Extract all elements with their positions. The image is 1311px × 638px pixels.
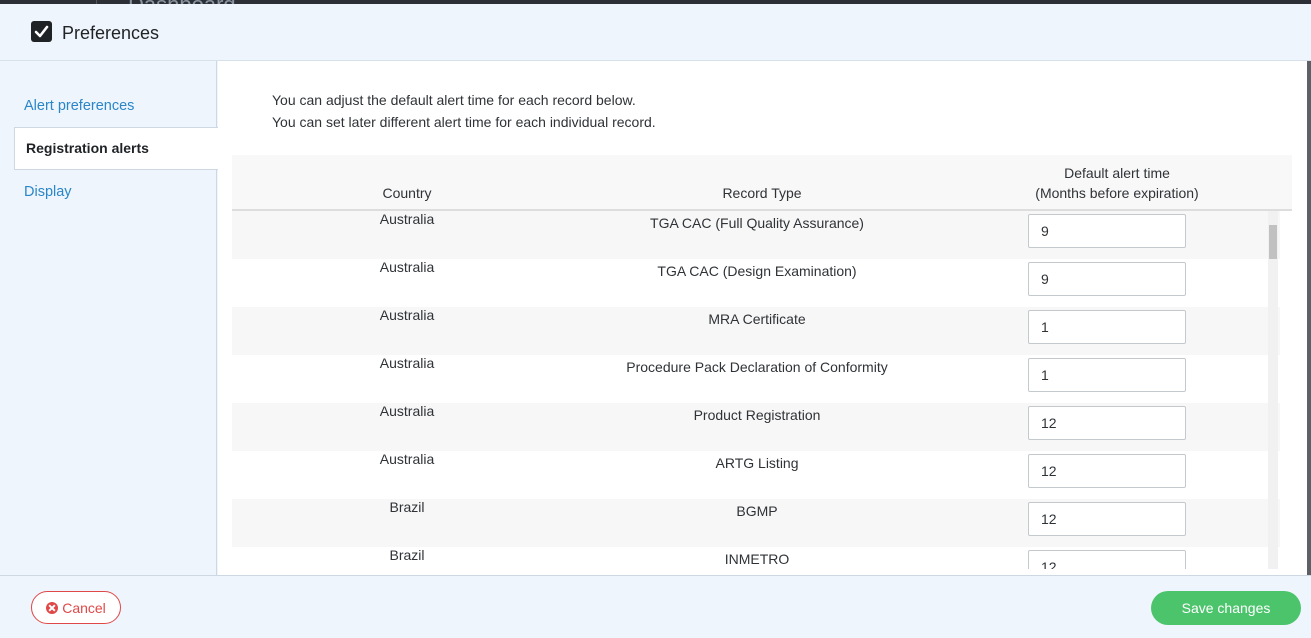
cell-country: Australia	[379, 403, 435, 419]
table-row: Australia Procedure Pack Declaration of …	[232, 355, 1280, 403]
column-header-alert-time-line-1: Default alert time	[1064, 165, 1170, 181]
alert-months-input[interactable]	[1028, 454, 1186, 488]
cell-country: Brazil	[389, 499, 425, 515]
cell-record-type: Product Registration	[693, 407, 821, 423]
preferences-modal: Preferences Alert preferences Registrati…	[0, 4, 1311, 638]
cell-country: Australia	[379, 451, 435, 467]
cell-record-type: BGMP	[736, 503, 778, 519]
table-row: Australia Product Registration	[232, 403, 1280, 451]
table-body[interactable]: Australia TGA CAC (Full Quality Assuranc…	[232, 211, 1292, 569]
intro-line-2: You can set later different alert time f…	[272, 114, 656, 130]
sidebar-item-alert-preferences[interactable]: Alert preferences	[14, 85, 217, 128]
save-changes-button[interactable]: Save changes	[1151, 591, 1301, 625]
alert-months-input[interactable]	[1028, 214, 1186, 248]
registration-alerts-panel: You can adjust the default alert time fo…	[218, 61, 1311, 575]
cell-country: Australia	[379, 307, 435, 323]
cancel-button-label: Cancel	[62, 599, 106, 616]
cell-record-type: TGA CAC (Design Examination)	[657, 263, 857, 279]
modal-header: Preferences	[0, 4, 1311, 61]
preferences-sidebar: Alert preferences Registration alerts Di…	[0, 61, 218, 575]
table-row: Australia TGA CAC (Full Quality Assuranc…	[232, 211, 1280, 259]
column-header-record-type: Record Type	[722, 185, 802, 201]
table-row: Brazil BGMP	[232, 499, 1280, 547]
cell-country: Brazil	[389, 547, 425, 563]
cell-country: Australia	[379, 259, 435, 275]
alert-months-input[interactable]	[1028, 358, 1186, 392]
cell-country: Australia	[379, 211, 435, 227]
checkbox-icon	[31, 21, 52, 42]
cancel-button[interactable]: Cancel	[31, 591, 121, 624]
alert-months-input[interactable]	[1028, 262, 1186, 296]
cell-record-type: MRA Certificate	[708, 311, 806, 327]
column-header-alert-time-line-2: (Months before expiration)	[1035, 185, 1199, 201]
modal-footer: Cancel Save changes	[0, 575, 1311, 638]
cell-record-type: Procedure Pack Declaration of Conformity	[626, 359, 888, 375]
table-row: Brazil INMETRO	[232, 547, 1280, 569]
page-scrollbar-edge	[1307, 61, 1311, 575]
alert-months-input[interactable]	[1028, 550, 1186, 569]
alert-months-input[interactable]	[1028, 502, 1186, 536]
intro-text: You can adjust the default alert time fo…	[272, 89, 656, 133]
table-scrollbar[interactable]	[1268, 211, 1278, 569]
sidebar-item-registration-alerts[interactable]: Registration alerts	[14, 127, 218, 170]
cell-record-type: INMETRO	[724, 551, 790, 567]
cancel-circle-icon	[46, 601, 59, 614]
table-row: Australia TGA CAC (Design Examination)	[232, 259, 1280, 307]
intro-line-1: You can adjust the default alert time fo…	[272, 92, 636, 108]
table-header: Country Record Type Default alert time (…	[232, 155, 1292, 211]
modal-title: Preferences	[62, 23, 160, 43]
table-row: Australia MRA Certificate	[232, 307, 1280, 355]
cell-record-type: ARTG Listing	[715, 455, 799, 471]
column-header-alert-time: Default alert time (Months before expira…	[1002, 163, 1232, 203]
cell-record-type: TGA CAC (Full Quality Assurance)	[650, 215, 864, 231]
sidebar-item-display[interactable]: Display	[14, 171, 217, 214]
alert-months-input[interactable]	[1028, 406, 1186, 440]
scrollbar-thumb[interactable]	[1269, 225, 1277, 259]
alert-months-input[interactable]	[1028, 310, 1186, 344]
column-header-country: Country	[382, 185, 432, 201]
cell-country: Australia	[379, 355, 435, 371]
table-row: Australia ARTG Listing	[232, 451, 1280, 499]
